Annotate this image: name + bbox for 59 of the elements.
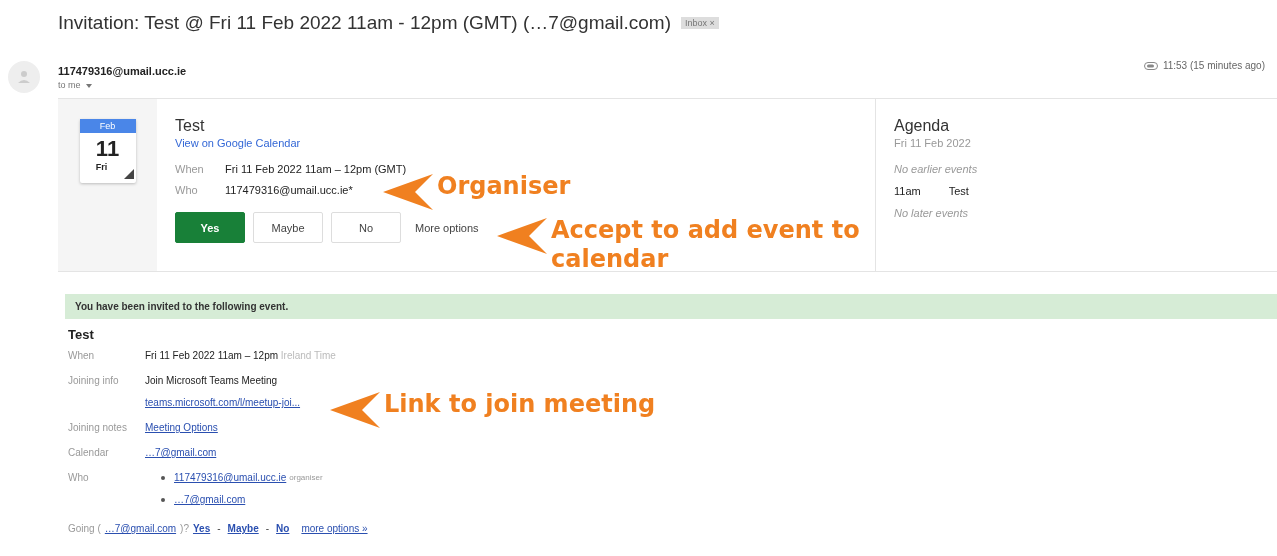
going-prompt: )?	[180, 523, 189, 534]
arrow-icon	[330, 390, 380, 430]
going-email-link[interactable]: …7@gmail.com	[104, 523, 177, 534]
calendar-month: Feb	[79, 119, 136, 133]
avatar-icon	[8, 61, 40, 93]
agenda-note: No later events	[894, 207, 969, 219]
event-title: Test	[175, 117, 206, 135]
arrow-icon	[497, 216, 547, 256]
field-label: Who	[175, 184, 199, 196]
bullet-icon	[161, 475, 165, 480]
more-options-link[interactable]: more options »	[301, 523, 368, 534]
guest-role: organiser	[289, 473, 323, 482]
detail-label: When	[68, 350, 96, 361]
calendar-link[interactable]: View on Google Calendar	[175, 137, 875, 149]
detail-label: Joining notes	[68, 422, 128, 433]
attachment-icon	[1143, 61, 1158, 70]
detail-label: Calendar	[68, 447, 110, 458]
agenda-event[interactable]: Test	[948, 185, 969, 197]
invite-banner: You have been invited to the following event.	[65, 294, 1277, 319]
bullet-icon	[161, 497, 165, 502]
page-fold-icon	[123, 169, 134, 179]
annotation-text: Accept to add event to calendar	[551, 216, 861, 274]
rsvp-button[interactable]: Yes	[175, 212, 245, 243]
calendar-day: 11	[95, 136, 120, 162]
rsvp-button[interactable]: No	[331, 212, 401, 243]
calendar-email-link[interactable]: …7@gmail.com	[145, 447, 217, 458]
meeting-options-link[interactable]: Meeting Options	[145, 422, 218, 433]
inbox-label[interactable]: Inbox ×	[681, 17, 719, 29]
agenda-note: No earlier events	[894, 163, 979, 175]
guest-link[interactable]: …7@gmail.com	[174, 494, 246, 505]
guest-link[interactable]: 117479316@umail.ucc.ie	[174, 472, 287, 483]
annotation-text: Link to join meeting	[384, 390, 656, 419]
caret-icon	[86, 83, 92, 88]
separator: -	[265, 523, 270, 534]
annotation-text: Organiser	[437, 172, 571, 201]
detail-value: Join Microsoft Teams Meeting	[145, 375, 279, 386]
sender-email: 117479316@umail.ucc.ie	[58, 64, 187, 77]
meeting-link[interactable]: teams.microsoft.com/l/meetup-joi...	[145, 397, 301, 408]
field-value: 117479316@umail.ucc.ie*	[225, 184, 353, 196]
field-value: Fri 11 Feb 2022 11am – 12pm (GMT)	[225, 163, 407, 175]
more-options-link[interactable]: More options	[415, 221, 479, 234]
rsvp-link[interactable]: Maybe	[227, 523, 259, 534]
sent-time: 11:53 (15 minutes ago)	[1162, 60, 1265, 71]
agenda-date: Fri 11 Feb 2022	[894, 137, 972, 149]
email-subject: Invitation: Test @ Fri 11 Feb 2022 11am - 12pm (GMT) (…7@gmail.com)	[58, 12, 671, 34]
field-label: When	[175, 163, 205, 175]
going-prompt: Going (	[68, 523, 101, 534]
detail-label: Who	[68, 472, 90, 485]
separator: -	[217, 523, 221, 534]
calendar-weekday: Fri	[95, 162, 108, 172]
recipient-dropdown[interactable]: to me	[58, 79, 187, 90]
event-title: Test	[68, 327, 95, 342]
agenda-title: Agenda	[894, 117, 951, 135]
rsvp-link[interactable]: No	[276, 523, 290, 534]
detail-label: Joining info	[68, 375, 120, 388]
rsvp-link[interactable]: Yes	[193, 523, 211, 534]
rsvp-button[interactable]: Maybe	[253, 212, 323, 243]
detail-value: Fri 11 Feb 2022 11am – 12pm Ireland Time	[145, 350, 336, 361]
agenda-time: 11am	[894, 185, 921, 197]
